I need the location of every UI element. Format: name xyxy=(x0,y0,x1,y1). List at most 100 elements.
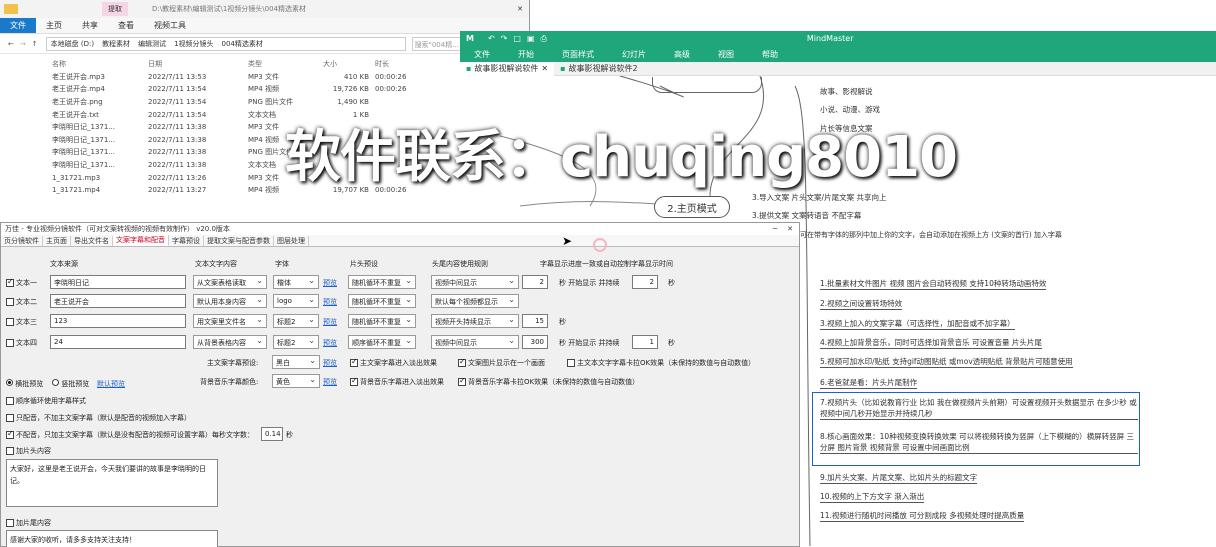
opt4[interactable]: 背景音乐字幕进入淡出效果 xyxy=(350,376,444,387)
mm-menu-help[interactable]: 帮助 xyxy=(748,49,792,60)
leaf-node-2[interactable]: 2.视频之间设置转场特效 xyxy=(820,298,903,310)
row-source-select-1[interactable]: 从文案表格读取 xyxy=(193,275,267,289)
row-preview-link-4[interactable]: 预览 xyxy=(323,338,337,348)
row-text-input-3[interactable]: 123 xyxy=(50,314,186,328)
row-position-select-1[interactable]: 视频中间显示 xyxy=(431,275,519,289)
ribbon-video-tools[interactable]: 视频工具 xyxy=(144,20,196,31)
file-row[interactable]: 老王说开会.mp3 2022/7/11 13:53 MP3 文件 410 KB 00:0… xyxy=(0,71,529,84)
outro-textarea[interactable]: 感谢大家的收听，请多多支持关注支持！ xyxy=(6,530,218,547)
crumb-3[interactable]: 1视频分镜头 xyxy=(174,39,213,49)
row-above-1[interactable]: 3.提供文案 文案转语音 不配字幕 xyxy=(752,210,861,221)
row-mode-select-2[interactable]: 随机循环不重复 xyxy=(348,294,416,308)
opt3[interactable]: 主文本文字字幕卡拉OK效果（未保持的数值与自动数值） xyxy=(567,358,755,368)
row-font-select-2[interactable]: logo xyxy=(273,294,319,308)
leaf-node-5[interactable]: 5.视频可加水印/贴纸 支持gif动图贴纸 或mov透明贴纸 背景贴片可随意使用 xyxy=(820,356,1073,368)
leaf-node-9[interactable]: 9.加片头文案、片尾文案、比如片头的标题文字 xyxy=(820,472,978,484)
mm-tab-1[interactable]: ▪ 故事影视解说软件 ✕ xyxy=(460,61,555,76)
bg-color-select[interactable]: 黄色 xyxy=(272,374,320,388)
row-duration-input-1[interactable]: 2 xyxy=(632,275,658,289)
row-start-input-3[interactable]: 15 xyxy=(522,314,548,328)
dtab-2[interactable]: 导出文件名 xyxy=(71,235,113,246)
leaf-node-1[interactable]: 1.批量素材文件图片 视频 图片会自动转视频 支持10种转场动画特效 xyxy=(820,278,1047,290)
check-voice-only[interactable]: 只配音，不加主文案字幕（默认是配音的视频加入字幕） xyxy=(6,413,191,423)
dtab-1[interactable]: 主页面 xyxy=(43,235,71,246)
leaf-node-3[interactable]: 3.视频上加入的文案字幕（可选择性，加配音或不加字幕） xyxy=(820,318,1015,330)
row-preview-link-2[interactable]: 预览 xyxy=(323,297,337,307)
row-text-input-1[interactable]: 李晓明日记 xyxy=(50,275,186,289)
dtab-6[interactable]: 图层处理 xyxy=(274,235,309,246)
row-position-select-3[interactable]: 视频开头持续显示 xyxy=(431,314,519,328)
row-text-input-4[interactable]: 24 xyxy=(50,335,186,349)
minimize-icon[interactable]: ─ xyxy=(773,225,777,233)
topic-0[interactable]: 故事、影视解说 xyxy=(820,86,873,97)
row-preview-link-1[interactable]: 预览 xyxy=(323,278,337,288)
crumb-4[interactable]: 004精选素材 xyxy=(222,39,263,49)
mindmap-node-top[interactable] xyxy=(652,77,762,93)
tab-extract[interactable]: 提取 xyxy=(102,2,128,16)
dtab-5[interactable]: 提取文案与配音参数 xyxy=(204,235,274,246)
row-text-input-2[interactable]: 老王说开会 xyxy=(50,294,186,308)
ribbon-share[interactable]: 共享 xyxy=(72,20,108,31)
mm-menu-start[interactable]: 开始 xyxy=(504,49,548,60)
check-outro[interactable]: 加片尾内容 xyxy=(6,518,51,528)
leaf-node-6[interactable]: 6.老爸就是看：片头片尾制作 xyxy=(820,377,918,389)
leaf-node-11[interactable]: 11.视频进行随机时间播放 可分割成段 多视频处理时提高质量 xyxy=(820,510,1025,522)
row-label-3[interactable]: 文本三 xyxy=(6,317,37,327)
mm-tab-2[interactable]: ▪ 故事影视解说软件2 xyxy=(554,62,644,76)
opt1[interactable]: 主文案字幕进入淡出效果 xyxy=(350,357,437,368)
dtab-0[interactable]: 页分镜软件 xyxy=(1,235,43,246)
row-above-0[interactable]: 3.导入文案 片头文案/片尾文案 共享向上 xyxy=(752,192,886,203)
row-source-select-2[interactable]: 默认用本身内容 xyxy=(193,294,267,308)
mm-menu-advanced[interactable]: 高级 xyxy=(660,49,704,60)
col-name[interactable]: 名称 xyxy=(0,59,148,69)
row-label-2[interactable]: 文本二 xyxy=(6,297,37,307)
intro-textarea[interactable]: 大家好，这里是老王说开会，今天我们要讲的故事是李晓明的日记。 xyxy=(6,459,218,507)
back-icon[interactable]: ← xyxy=(8,40,14,48)
row-start-input-1[interactable]: 2 xyxy=(522,275,548,289)
row-position-select-4[interactable]: 视频中间显示 xyxy=(431,335,519,349)
main-mode-bubble[interactable]: 2.主页模式 xyxy=(654,196,730,218)
col-date[interactable]: 日期 xyxy=(148,59,248,69)
opt2[interactable]: 文案图片显示在一个画面 xyxy=(458,357,545,368)
speed-input[interactable]: 0.14 xyxy=(261,427,283,441)
col-type[interactable]: 类型 xyxy=(248,59,323,69)
row-font-select-1[interactable]: 楷体 xyxy=(273,275,319,289)
row-font-select-4[interactable]: 标题2 xyxy=(273,335,319,349)
file-row[interactable]: 老王说开会.png 2022/7/11 13:54 PNG 图片文件 1,490 KB xyxy=(0,96,529,109)
file-row[interactable]: 老王说开会.mp4 2022/7/11 13:54 MP4 视频 19,726 KB 0… xyxy=(0,83,529,96)
mm-menu-slides[interactable]: 幻灯片 xyxy=(608,49,660,60)
redo-icon[interactable]: ↷ xyxy=(501,34,508,43)
row-position-select-2[interactable]: 默认每个视频都显示 xyxy=(431,294,519,308)
ribbon-file[interactable]: 文件 xyxy=(0,18,36,33)
dtab-3-active[interactable]: 文案字幕和配音 xyxy=(113,235,169,246)
leaf-node-4[interactable]: 4.视频上加背景音乐，同时可选择加背景音乐 可设置音量 片头片尾 xyxy=(820,337,1042,349)
mm-menu-style[interactable]: 页面样式 xyxy=(548,49,608,60)
row-start-input-4[interactable]: 300 xyxy=(522,335,548,349)
address-bar[interactable]: ← → ↑ 本地磁盘 (D:) 教程素材 编辑测试 1视频分镜头 004精选素材… xyxy=(0,34,529,54)
opt5[interactable]: 背景音乐字幕卡拉OK效果（未保持的数值与自动数值） xyxy=(458,376,639,387)
undo-icon[interactable]: ↶ xyxy=(488,34,495,43)
row-mode-select-4[interactable]: 顺序循环不重复 xyxy=(348,335,416,349)
radio-landscape[interactable]: 横批预览 xyxy=(6,379,43,389)
crumb-drive[interactable]: 本地磁盘 (D:) xyxy=(51,39,94,49)
radio-portrait[interactable]: 竖批预览 xyxy=(52,379,89,389)
up-icon[interactable]: ↑ xyxy=(32,40,38,48)
mindmap-note[interactable]: 可在带有字体的那列中加上你的文字，会自动添加在视频上方 (文案的首行) 加入字幕 xyxy=(800,230,1100,241)
preview-link-bg[interactable]: 预览 xyxy=(323,377,337,387)
row-mode-select-3[interactable]: 随机循环不重复 xyxy=(348,314,416,328)
row-mode-select-1[interactable]: 随机循环不重复 xyxy=(348,275,416,289)
row-source-select-3[interactable]: 用文案里文件名 xyxy=(193,314,267,328)
print-icon[interactable]: ⎙ xyxy=(541,34,547,44)
ribbon-view[interactable]: 查看 xyxy=(108,20,144,31)
check-intro[interactable]: 加片头内容 xyxy=(6,446,51,456)
leaf-node-10[interactable]: 10.视频的上下方文字 渐入渐出 xyxy=(820,491,925,503)
ribbon-home[interactable]: 主页 xyxy=(36,20,72,31)
row-label-1[interactable]: 文本一 xyxy=(6,277,37,288)
mm-menu-file[interactable]: 文件 xyxy=(460,49,504,60)
row-label-4[interactable]: 文本四 xyxy=(6,338,37,348)
row-font-select-3[interactable]: 标题2 xyxy=(273,314,319,328)
close-icon[interactable]: ✕ xyxy=(541,64,548,73)
selected-node-frame[interactable] xyxy=(812,392,1140,466)
close-icon[interactable]: ✕ xyxy=(517,5,523,13)
check-cycle-style[interactable]: 顺序循环使用字幕样式 xyxy=(6,396,86,406)
